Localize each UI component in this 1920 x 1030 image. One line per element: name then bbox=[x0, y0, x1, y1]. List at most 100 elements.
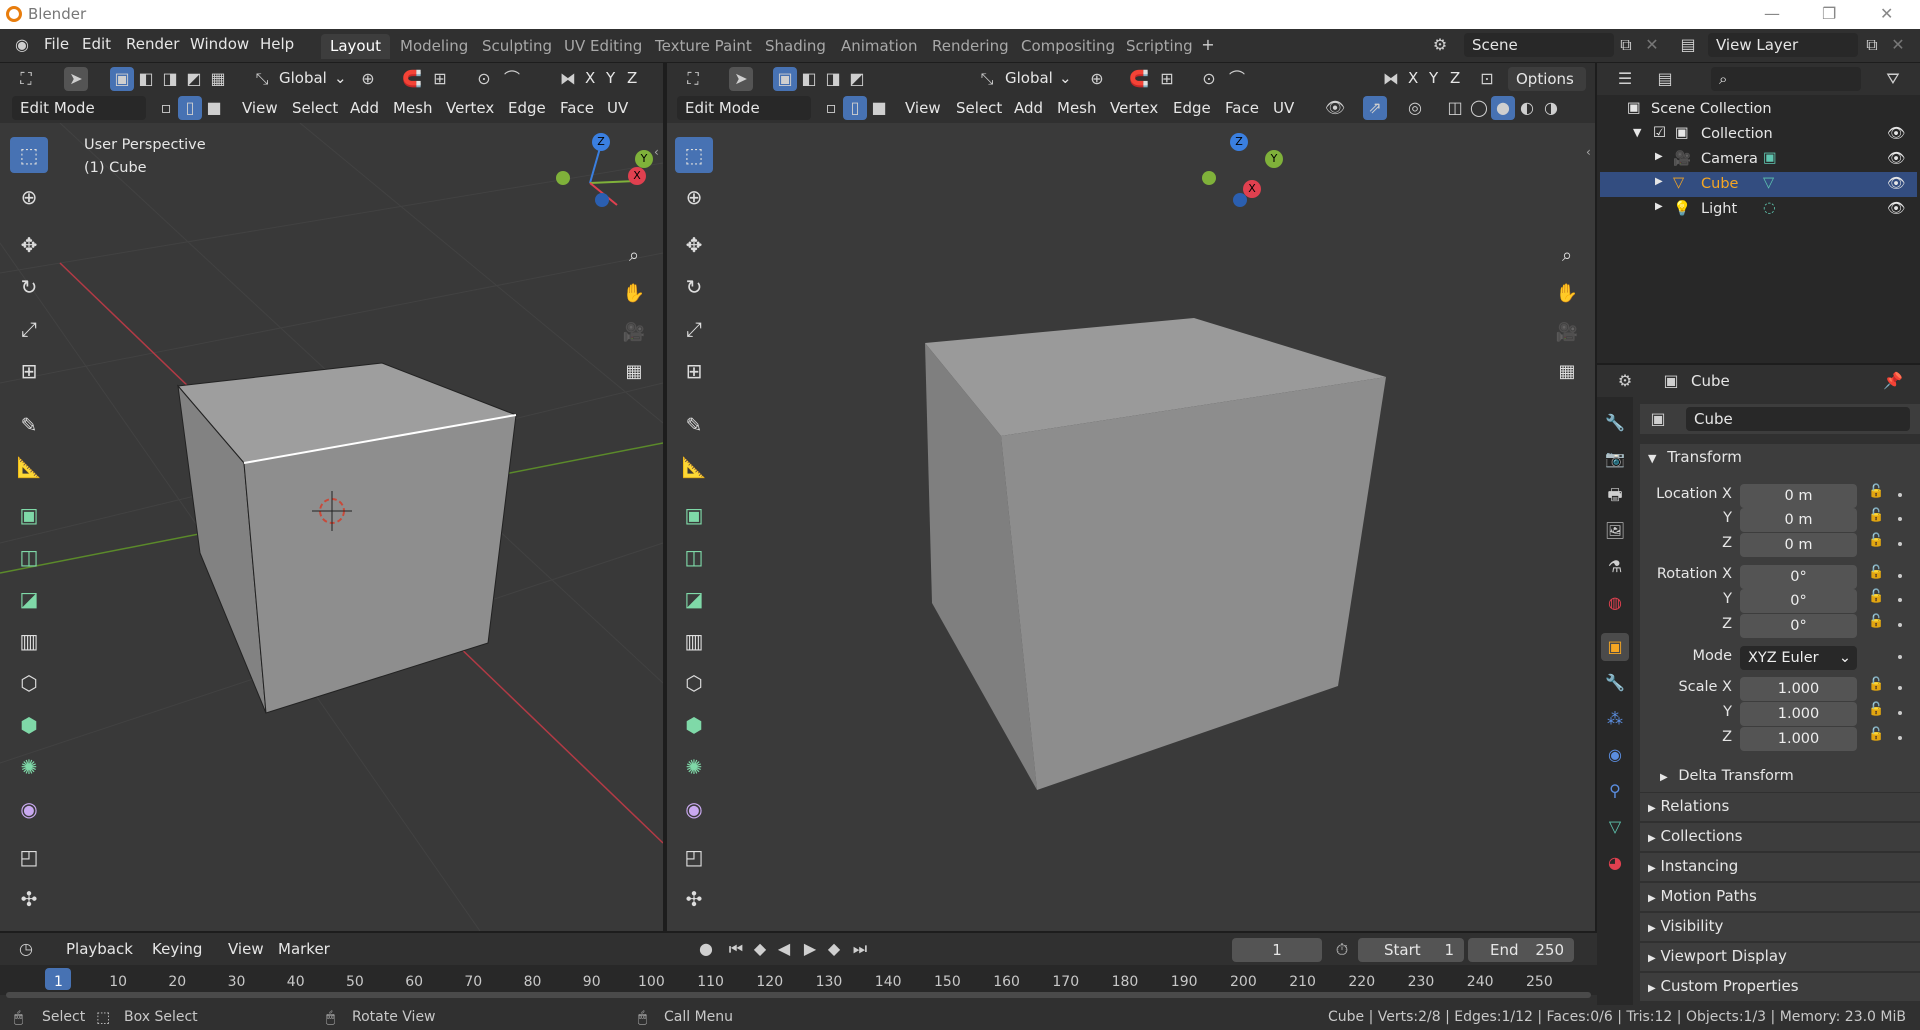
motion-paths-panel[interactable]: ▶ Motion Paths bbox=[1640, 883, 1920, 911]
mirror-icon[interactable]: ⧓ bbox=[556, 67, 580, 91]
snap-icon[interactable]: 🧲 bbox=[1127, 67, 1151, 91]
close-icon[interactable]: ✕ bbox=[1880, 4, 1893, 23]
rotation-y-field[interactable]: 0° bbox=[1740, 589, 1857, 613]
sidebar-toggle-icon[interactable]: ‹ bbox=[654, 145, 659, 159]
axis-z-toggle[interactable]: Z bbox=[1450, 69, 1460, 87]
menu-vertex[interactable]: Vertex bbox=[1110, 99, 1158, 117]
location-z-field[interactable]: 0 m bbox=[1740, 533, 1857, 557]
new-view-layer-icon[interactable]: ⧉ bbox=[1860, 33, 1884, 57]
select-extend-icon[interactable]: ◧ bbox=[797, 67, 821, 91]
tool-loop-cut-icon[interactable]: ▥ bbox=[675, 623, 713, 659]
scene-tab-icon[interactable]: ⚗ bbox=[1601, 553, 1629, 581]
menu-select[interactable]: Select bbox=[956, 99, 1002, 117]
tool-shrink-fatten-icon[interactable]: ✣ bbox=[10, 881, 48, 917]
select-invert-icon[interactable]: ◩ bbox=[845, 67, 869, 91]
view-layer-selector[interactable]: View Layer bbox=[1708, 33, 1858, 57]
solid-shading-icon[interactable]: ● bbox=[1491, 96, 1515, 120]
lock-icon[interactable]: 🔓 bbox=[1868, 677, 1884, 692]
tool-scale-icon[interactable]: ⤢ bbox=[675, 311, 713, 347]
view-layer-icon[interactable]: ▤ bbox=[1676, 33, 1700, 57]
start-frame-field[interactable]: Start 1 bbox=[1358, 938, 1464, 962]
add-workspace-icon[interactable]: + bbox=[1196, 33, 1220, 57]
tab-shading[interactable]: Shading bbox=[756, 34, 835, 59]
tool-loop-cut-icon[interactable]: ▥ bbox=[10, 623, 48, 659]
ortho-toggle-icon[interactable]: ▦ bbox=[1554, 359, 1580, 385]
tool-knife-icon[interactable]: ⬡ bbox=[10, 665, 48, 701]
eye-icon[interactable]: 👁 bbox=[1887, 200, 1905, 217]
select-subtract-icon[interactable]: ◨ bbox=[821, 67, 845, 91]
snap-target-icon[interactable]: ⊞ bbox=[1155, 67, 1179, 91]
gizmo-neg-z-icon[interactable] bbox=[1233, 193, 1247, 207]
select-subtract-icon[interactable]: ◨ bbox=[158, 67, 182, 91]
tool-annotate-icon[interactable]: ✎ bbox=[10, 407, 48, 443]
keyframe-dot-icon[interactable] bbox=[1898, 574, 1902, 578]
menu-view[interactable]: View bbox=[242, 99, 278, 117]
lock-icon[interactable]: 🔓 bbox=[1868, 702, 1884, 717]
proportional-edit-icon[interactable]: ⊙ bbox=[1197, 67, 1221, 91]
gizmo-z-icon[interactable]: Z bbox=[1230, 133, 1248, 151]
gizmo-neg-z-icon[interactable] bbox=[595, 193, 609, 207]
filter-icon[interactable]: ⛛ bbox=[1881, 67, 1905, 91]
outliner-row-collection[interactable]: ▼ ☑ ▣ Collection 👁 bbox=[1597, 122, 1917, 147]
checkbox-icon[interactable]: ☑ bbox=[1653, 125, 1666, 141]
scale-x-field[interactable]: 1.000 bbox=[1740, 677, 1857, 701]
rotation-mode-select[interactable]: XYZ Euler ⌄ bbox=[1740, 646, 1857, 670]
tool-transform-icon[interactable]: ⊞ bbox=[675, 353, 713, 389]
editor-type-icon[interactable]: ☰ bbox=[1613, 67, 1637, 91]
tab-layout[interactable]: Layout bbox=[321, 34, 390, 59]
tool-spin-icon[interactable]: ✺ bbox=[10, 749, 48, 785]
tool-bevel-icon[interactable]: ◪ bbox=[675, 581, 713, 617]
tool-smooth-icon[interactable]: ◉ bbox=[10, 791, 48, 827]
zoom-icon[interactable]: ⌕ bbox=[1554, 243, 1580, 269]
tool-edge-slide-icon[interactable]: ◰ bbox=[10, 839, 48, 875]
mirror-icon[interactable]: ⧓ bbox=[1379, 67, 1403, 91]
falloff-icon[interactable]: ⌒ bbox=[1225, 67, 1249, 91]
object-name-field[interactable]: Cube bbox=[1686, 407, 1910, 431]
edge-select-icon[interactable]: ▯ bbox=[843, 96, 867, 120]
menu-marker[interactable]: Marker bbox=[278, 940, 330, 958]
options-dropdown[interactable]: Options bbox=[1508, 67, 1586, 91]
gizmo-y-icon[interactable]: Y bbox=[1265, 150, 1283, 168]
delete-view-layer-icon[interactable]: ✕ bbox=[1886, 33, 1910, 57]
menu-keying[interactable]: Keying bbox=[152, 940, 202, 958]
eye-icon[interactable]: 👁 bbox=[1887, 150, 1905, 167]
expand-arrow-icon[interactable]: ▶ bbox=[1655, 151, 1663, 162]
material-tab-icon[interactable]: ◕ bbox=[1601, 849, 1629, 877]
keyframe-dot-icon[interactable] bbox=[1898, 711, 1902, 715]
menu-add[interactable]: Add bbox=[1014, 99, 1043, 117]
tool-poly-build-icon[interactable]: ⬢ bbox=[10, 707, 48, 743]
constraints-tab-icon[interactable]: ⚲ bbox=[1601, 777, 1629, 805]
jump-start-icon[interactable]: ⏮ bbox=[724, 937, 748, 961]
falloff-icon[interactable]: ⌒ bbox=[500, 67, 524, 91]
axis-y-toggle[interactable]: Y bbox=[1429, 69, 1438, 87]
left-3d-viewport[interactable]: User Perspective (1) Cube Z X Y ⌕ ✋ 🎥 ▦ … bbox=[0, 123, 663, 931]
tool-inset-icon[interactable]: ◫ bbox=[675, 539, 713, 575]
menu-mesh[interactable]: Mesh bbox=[393, 99, 433, 117]
lock-icon[interactable]: 🔓 bbox=[1868, 589, 1884, 604]
select-tool-icon[interactable]: ➤ bbox=[729, 67, 753, 91]
rotation-z-field[interactable]: 0° bbox=[1740, 614, 1857, 638]
editor-type-icon[interactable]: ◷ bbox=[14, 937, 38, 961]
jump-end-icon[interactable]: ⏭ bbox=[848, 937, 872, 961]
world-tab-icon[interactable]: ◍ bbox=[1601, 589, 1629, 617]
menu-playback[interactable]: Playback bbox=[66, 940, 133, 958]
lock-icon[interactable]: 🔓 bbox=[1868, 727, 1884, 742]
modifier-tab-icon[interactable]: 🔧 bbox=[1601, 669, 1629, 697]
axis-y-toggle[interactable]: Y bbox=[606, 69, 615, 87]
select-new-icon[interactable]: ▣ bbox=[110, 67, 134, 91]
face-select-icon[interactable]: ■ bbox=[202, 96, 226, 120]
lock-icon[interactable]: 🔓 bbox=[1868, 614, 1884, 629]
transform-orientation[interactable]: Global bbox=[1005, 69, 1053, 87]
auto-merge-icon[interactable]: ⊡ bbox=[1475, 67, 1499, 91]
menu-edit[interactable]: Edit bbox=[82, 35, 111, 53]
menu-window[interactable]: Window bbox=[190, 35, 249, 53]
rotation-x-field[interactable]: 0° bbox=[1740, 565, 1857, 589]
tool-scale-icon[interactable]: ⤢ bbox=[10, 311, 48, 347]
play-reverse-icon[interactable]: ◀ bbox=[772, 937, 796, 961]
outliner-row-scene-collection[interactable]: ▣ Scene Collection bbox=[1597, 97, 1917, 122]
expand-arrow-icon[interactable]: ▶ bbox=[1655, 176, 1663, 187]
pin-icon[interactable]: 📌 bbox=[1881, 369, 1905, 393]
pivot-icon[interactable]: ⊕ bbox=[1085, 67, 1109, 91]
snap-icon[interactable]: 🧲 bbox=[400, 67, 424, 91]
chevron-down-icon[interactable]: ⌄ bbox=[334, 69, 347, 87]
